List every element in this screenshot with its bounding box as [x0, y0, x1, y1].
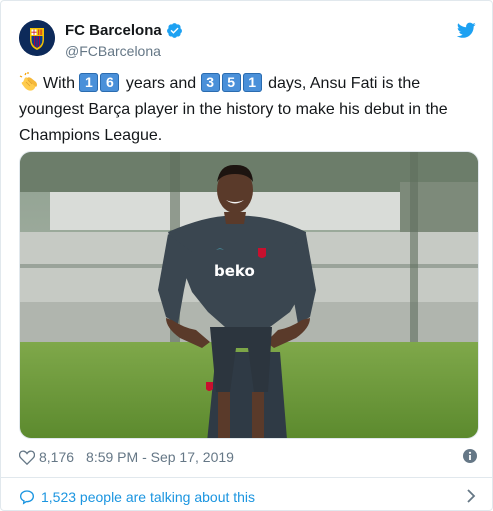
- twitter-bird-icon[interactable]: [457, 22, 476, 39]
- tweet-meta-row: 8,176 8:59 PM - Sep 17, 2019: [19, 448, 477, 466]
- like-count[interactable]: 8,176: [39, 449, 74, 465]
- verified-badge-icon: [166, 23, 182, 38]
- display-name[interactable]: FC Barcelona: [65, 22, 162, 39]
- chevron-right-icon[interactable]: [465, 489, 477, 503]
- keycap-digit: 1: [79, 73, 99, 92]
- heart-icon[interactable]: [19, 449, 35, 465]
- comment-bubble-icon: [19, 490, 35, 505]
- tweet-card: FC Barcelona @FCBarcelona With 16 years …: [0, 0, 493, 511]
- keycap-digit: 3: [200, 73, 220, 92]
- account-name-row[interactable]: FC Barcelona: [65, 22, 183, 39]
- player-photo: beko: [20, 152, 478, 438]
- account-handle[interactable]: @FCBarcelona: [65, 43, 161, 59]
- tweet-text: With 16 years and 351 days, Ansu Fati is…: [19, 71, 479, 149]
- talking-count-text[interactable]: 1,523 people are talking about this: [41, 489, 255, 505]
- conversation-link[interactable]: 1,523 people are talking about this: [19, 487, 477, 507]
- clapping-hands-icon: [19, 72, 37, 91]
- divider: [1, 477, 492, 478]
- tweet-text-pre: With: [43, 75, 75, 92]
- keycap-digit: 6: [100, 73, 120, 92]
- fcb-crest-icon: [19, 20, 55, 56]
- shirt-sponsor-text: beko: [214, 262, 255, 280]
- keycap-digit: 1: [242, 73, 262, 92]
- avatar[interactable]: [19, 20, 55, 56]
- tweet-photo[interactable]: beko: [19, 151, 479, 439]
- tweet-timestamp[interactable]: 8:59 PM - Sep 17, 2019: [86, 449, 234, 465]
- keycap-digit: 5: [221, 73, 241, 92]
- info-icon[interactable]: [463, 449, 477, 463]
- tweet-text-mid: years and: [125, 75, 197, 92]
